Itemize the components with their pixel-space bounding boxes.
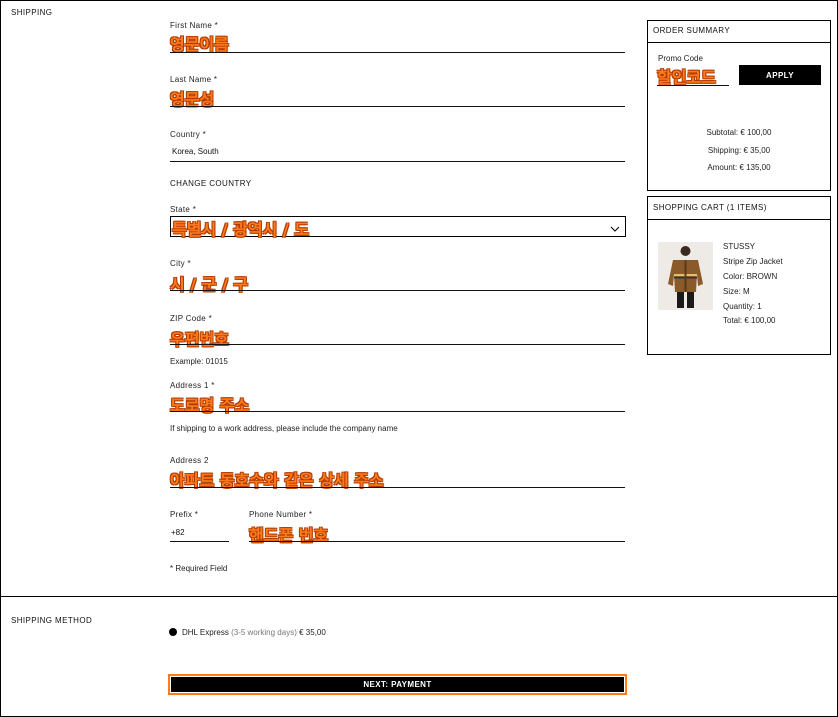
address1-hint: If shipping to a work address, please in… bbox=[170, 424, 398, 433]
shipping-cost-text: Shipping: € 35,00 bbox=[707, 146, 771, 155]
city-input[interactable]: 시 / 군 / 구 bbox=[170, 271, 248, 295]
shipping-method-name: DHL Express bbox=[182, 628, 229, 637]
shopping-cart-divider bbox=[648, 219, 830, 220]
required-note: * Required Field bbox=[170, 564, 228, 573]
country-label: Country * bbox=[170, 130, 207, 139]
product-name[interactable]: Stripe Zip Jacket bbox=[723, 257, 783, 266]
product-brand: STUSSY bbox=[723, 242, 756, 251]
section-divider bbox=[1, 596, 837, 597]
chevron-down-icon bbox=[610, 221, 620, 232]
apply-button[interactable]: APPLY bbox=[739, 65, 821, 85]
order-summary-divider bbox=[648, 42, 830, 43]
address1-input[interactable]: 도로명 주소 bbox=[170, 392, 249, 416]
state-label: State * bbox=[170, 205, 197, 214]
phone-input[interactable]: 핸드폰 번호 bbox=[249, 522, 328, 546]
city-label: City * bbox=[170, 259, 191, 268]
country-underline bbox=[170, 161, 625, 162]
address2-label: Address 2 bbox=[170, 456, 209, 465]
shipping-method-option[interactable]: DHL Express (3-5 working days) € 35,00 bbox=[182, 628, 326, 637]
address1-underline bbox=[170, 411, 625, 412]
first-name-underline bbox=[170, 52, 625, 53]
state-value: 특별시 / 광역시 / 도 bbox=[172, 220, 310, 239]
zip-hint: Example: 01015 bbox=[170, 357, 228, 366]
product-color: Color: BROWN bbox=[723, 272, 778, 281]
subtotal-text: Subtotal: € 100,00 bbox=[706, 128, 772, 137]
last-name-underline bbox=[170, 106, 625, 107]
product-size: Size: M bbox=[723, 287, 750, 296]
first-name-label: First Name * bbox=[170, 21, 219, 30]
last-name-label: Last Name * bbox=[170, 75, 218, 84]
shipping-section-title: SHIPPING bbox=[11, 8, 53, 17]
order-summary-title: ORDER SUMMARY bbox=[653, 26, 731, 35]
country-value: Korea, South bbox=[172, 147, 219, 156]
product-total: Total: € 100,00 bbox=[723, 316, 776, 325]
promo-code-label: Promo Code bbox=[658, 54, 703, 63]
shopping-cart-title: SHOPPING CART (1 ITEMS) bbox=[653, 203, 767, 212]
zip-underline bbox=[170, 344, 625, 345]
product-image[interactable] bbox=[658, 242, 713, 310]
jacket-photo-icon bbox=[668, 246, 703, 308]
phone-underline bbox=[249, 541, 625, 542]
state-select[interactable]: 특별시 / 광역시 / 도 bbox=[170, 216, 626, 239]
change-country-link[interactable]: CHANGE COUNTRY bbox=[170, 179, 251, 188]
prefix-label: Prefix * bbox=[170, 510, 199, 519]
shipping-method-radio[interactable] bbox=[169, 628, 177, 636]
prefix-input[interactable]: +82 bbox=[171, 528, 185, 537]
prefix-underline bbox=[170, 541, 229, 542]
shipping-method-price: € 35,00 bbox=[299, 628, 326, 637]
promo-code-underline bbox=[657, 85, 729, 86]
product-quantity: Quantity: 1 bbox=[723, 302, 762, 311]
zip-label: ZIP Code * bbox=[170, 314, 212, 323]
address1-label: Address 1 * bbox=[170, 381, 215, 390]
phone-label: Phone Number * bbox=[249, 510, 313, 519]
next-payment-button[interactable]: NEXT: PAYMENT bbox=[171, 677, 624, 692]
zip-input[interactable]: 우편번호 bbox=[170, 326, 229, 350]
shipping-method-duration: (3-5 working days) bbox=[231, 628, 297, 637]
city-underline bbox=[170, 290, 625, 291]
address2-underline bbox=[170, 487, 625, 488]
amount-text: Amount: € 135,00 bbox=[707, 163, 771, 172]
shipping-method-title: SHIPPING METHOD bbox=[11, 616, 93, 625]
